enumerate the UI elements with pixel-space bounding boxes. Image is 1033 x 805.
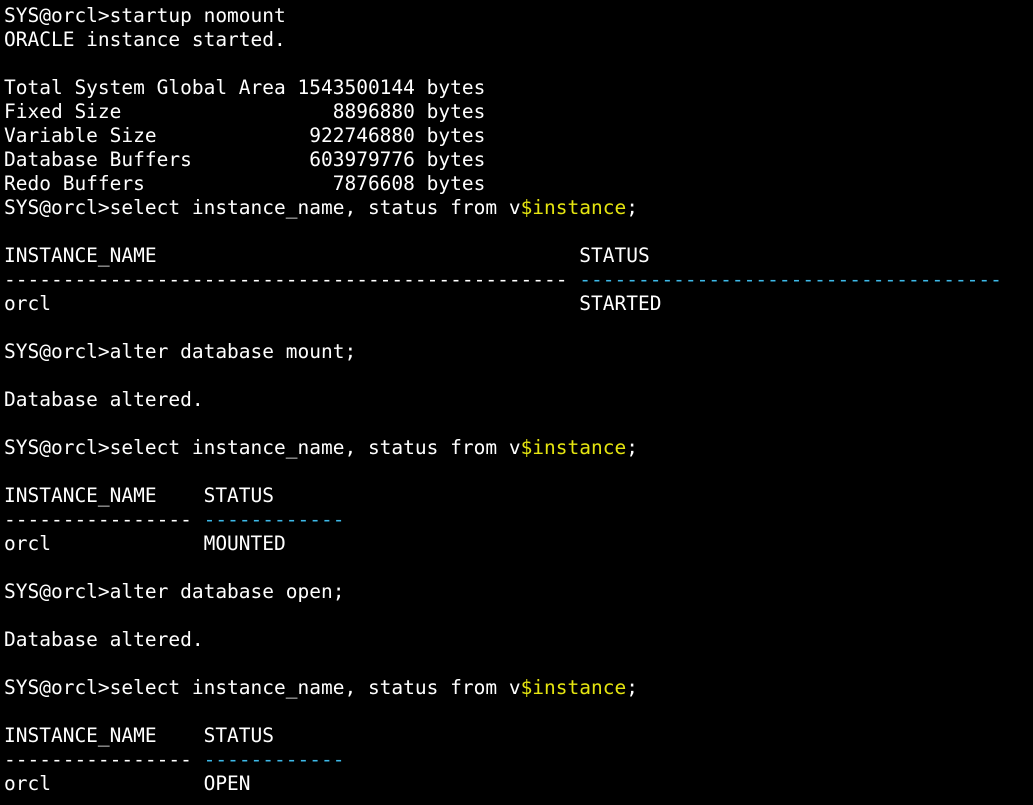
column-separator: ------------------------------------ (579, 268, 1002, 291)
terminal-line: SYS@orcl>alter database mount; (4, 340, 1033, 364)
highlighted-token: $instance (520, 676, 627, 699)
column-separator: ------------ (203, 748, 345, 771)
terminal-text: ; (626, 676, 638, 699)
terminal-text: SYS@orcl>alter database open; (4, 580, 345, 603)
terminal-text: INSTANCE_NAME STATUS (4, 484, 275, 507)
terminal-line: ---------------- ------------ (4, 508, 1033, 532)
terminal-line: Total System Global Area 1543500144 byte… (4, 76, 1033, 100)
column-separator: ------------ (203, 508, 345, 531)
terminal-text: orcl STARTED (4, 292, 662, 315)
terminal-line: ORACLE instance started. (4, 28, 1033, 52)
terminal-line: INSTANCE_NAME STATUS (4, 484, 1033, 508)
terminal-text: Database altered. (4, 628, 204, 651)
terminal-text: ----------------------------------------… (4, 268, 580, 291)
terminal-line: Fixed Size 8896880 bytes (4, 100, 1033, 124)
terminal-line: Redo Buffers 7876608 bytes (4, 172, 1033, 196)
terminal-text: ; (626, 196, 638, 219)
terminal-line: SYS@orcl>select instance_name, status fr… (4, 436, 1033, 460)
terminal-text: ; (626, 436, 638, 459)
terminal-text: Total System Global Area 1543500144 byte… (4, 76, 486, 99)
terminal-text: SYS@orcl>startup nomount (4, 4, 286, 27)
terminal-text: SYS@orcl>select instance_name, status fr… (4, 196, 521, 219)
terminal-line: SYS@orcl>select instance_name, status fr… (4, 676, 1033, 700)
terminal-text: ---------------- (4, 508, 204, 531)
terminal-text: SYS@orcl>select instance_name, status fr… (4, 676, 521, 699)
terminal-text: Variable Size 922746880 bytes (4, 124, 486, 147)
terminal-text: orcl OPEN (4, 772, 251, 795)
terminal-text: ORACLE instance started. (4, 28, 286, 51)
terminal-line: orcl OPEN (4, 772, 1033, 796)
terminal-line: INSTANCE_NAME STATUS (4, 724, 1033, 748)
terminal-line: SYS@orcl>startup nomount (4, 4, 1033, 28)
terminal-line: ---------------- ------------ (4, 748, 1033, 772)
terminal-line: Database altered. (4, 388, 1033, 412)
terminal-text: Database altered. (4, 388, 204, 411)
terminal-line: Variable Size 922746880 bytes (4, 124, 1033, 148)
terminal-line: orcl MOUNTED (4, 532, 1033, 556)
terminal-text: INSTANCE_NAME STATUS (4, 724, 275, 747)
terminal-line: Database altered. (4, 628, 1033, 652)
terminal-text: Fixed Size 8896880 bytes (4, 100, 486, 123)
terminal-line: SYS@orcl>alter database open; (4, 580, 1033, 604)
terminal-line: Database Buffers 603979776 bytes (4, 148, 1033, 172)
terminal-text: orcl MOUNTED (4, 532, 286, 555)
terminal-line: INSTANCE_NAME STATUS (4, 244, 1033, 268)
highlighted-token: $instance (520, 436, 627, 459)
terminal-output[interactable]: SYS@orcl>startup nomount ORACLE instance … (4, 4, 1033, 796)
terminal-line: SYS@orcl>select instance_name, status fr… (4, 196, 1033, 220)
terminal-line: ----------------------------------------… (4, 268, 1033, 292)
terminal-text: SYS@orcl>alter database mount; (4, 340, 357, 363)
terminal-text: Redo Buffers 7876608 bytes (4, 172, 486, 195)
highlighted-token: $instance (520, 196, 627, 219)
terminal-line: orcl STARTED (4, 292, 1033, 316)
terminal-text: ---------------- (4, 748, 204, 771)
terminal-text: Database Buffers 603979776 bytes (4, 148, 486, 171)
terminal-text: SYS@orcl>select instance_name, status fr… (4, 436, 521, 459)
terminal-text: INSTANCE_NAME STATUS (4, 244, 650, 267)
